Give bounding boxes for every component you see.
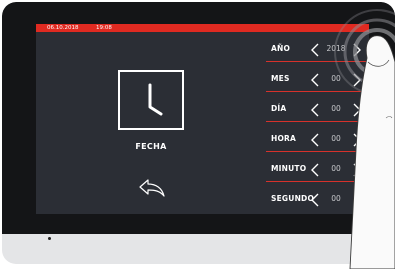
month-value: 00: [331, 74, 341, 83]
chevron-right-icon[interactable]: [352, 102, 362, 118]
clock-icon: [118, 70, 184, 130]
chevron-left-icon[interactable]: [310, 162, 320, 178]
day-value: 00: [331, 104, 341, 113]
row-year: AÑO 2018: [264, 38, 369, 62]
chevron-left-icon[interactable]: [310, 42, 320, 58]
chevron-right-icon[interactable]: [352, 132, 362, 148]
row-divider: [266, 121, 369, 122]
row-divider: [266, 61, 369, 62]
row-day: DÍA 00: [264, 98, 369, 122]
row-label: DÍA: [271, 104, 287, 113]
hour-value: 00: [331, 134, 341, 143]
row-second: SEGUNDO 00: [264, 188, 369, 212]
row-divider: [266, 181, 369, 182]
back-button[interactable]: [136, 179, 168, 203]
chevron-right-icon[interactable]: [352, 72, 362, 88]
back-arrow-icon: [139, 179, 165, 197]
row-hour: HORA 00: [264, 128, 369, 152]
chevron-left-icon[interactable]: [310, 192, 320, 208]
row-label: SEGUNDO: [271, 194, 315, 203]
status-time: 19:08: [96, 25, 112, 31]
chevron-right-icon[interactable]: [352, 162, 362, 178]
row-divider: [266, 91, 369, 92]
row-month: MES 00: [264, 68, 369, 92]
status-bar: 06.10.2018 19:08: [36, 24, 369, 32]
year-value: 2018: [326, 44, 346, 53]
chevron-left-icon[interactable]: [310, 102, 320, 118]
intercom-monitor: 06.10.2018 19:08 FECHA AÑO 2018 MES 00 D…: [2, 2, 395, 264]
row-divider: [266, 151, 369, 152]
chevron-right-icon[interactable]: [352, 192, 362, 208]
row-minute: MINUTO 00: [264, 158, 369, 182]
chevron-left-icon[interactable]: [310, 72, 320, 88]
chevron-right-icon[interactable]: [352, 42, 362, 58]
monitor-screen: 06.10.2018 19:08 FECHA AÑO 2018 MES 00 D…: [36, 24, 369, 214]
status-date: 06.10.2018: [47, 25, 79, 31]
row-label: MES: [271, 74, 290, 83]
section-title: FECHA: [135, 142, 167, 151]
minute-value: 00: [331, 164, 341, 173]
row-label: MINUTO: [271, 164, 307, 173]
chevron-left-icon[interactable]: [310, 132, 320, 148]
row-label: AÑO: [271, 44, 291, 53]
row-label: HORA: [271, 134, 297, 143]
second-value: 00: [331, 194, 341, 203]
indicator-dot: [48, 237, 51, 240]
monitor-bezel: 06.10.2018 19:08 FECHA AÑO 2018 MES 00 D…: [2, 2, 395, 234]
